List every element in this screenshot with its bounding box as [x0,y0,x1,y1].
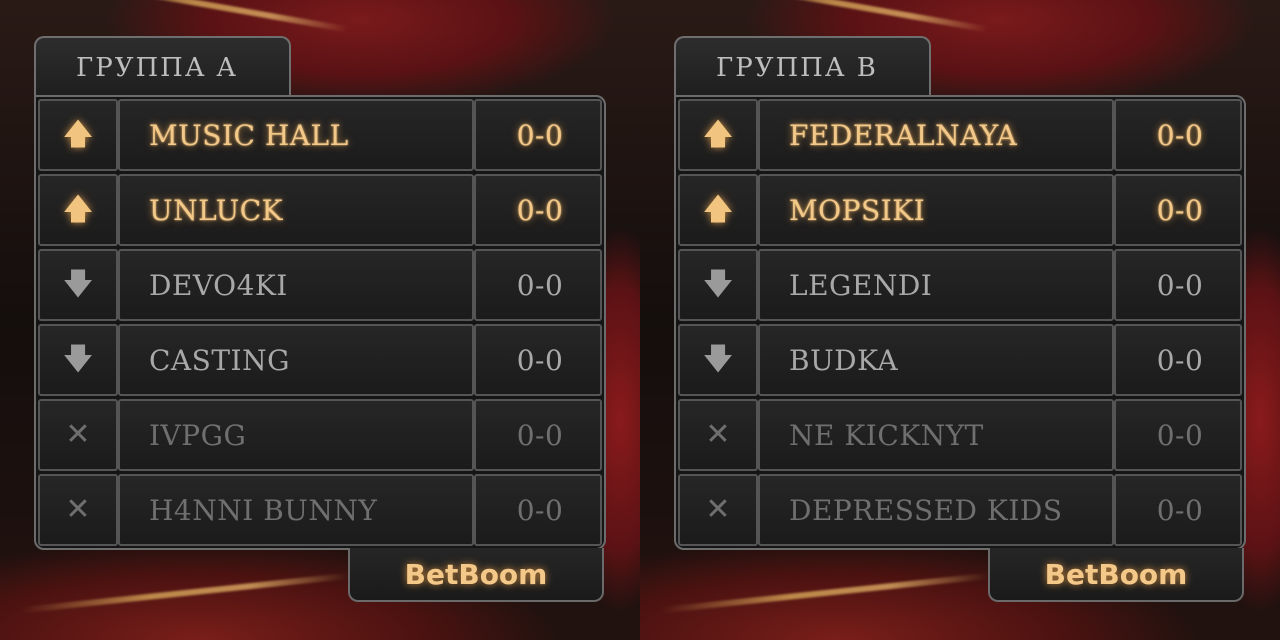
group-a-standings: 🡅 MUSIC HALL 0-0 🡅 UNLUCK 0-0 🡇 DEVO4KI … [34,95,606,550]
team-name: FEDERALNAYA [789,118,1018,152]
score-cell: 0-0 [474,399,602,471]
team-row: 🡇 CASTING 0-0 [38,324,602,396]
team-row: ✕ H4NNI BUNNY 0-0 [38,474,602,546]
team-score: 0-0 [516,118,564,152]
team-name: DEVO4KI [149,268,288,302]
team-name: LEGENDI [789,268,933,302]
team-row: 🡅 MOPSIKI 0-0 [678,174,1242,246]
team-score: 0-0 [516,268,564,302]
group-b-standings: 🡅 FEDERALNAYA 0-0 🡅 MOPSIKI 0-0 🡇 LEGEND… [674,95,1246,550]
status-cell: ✕ [678,399,758,471]
sponsor-badge: BetBoom [348,548,604,602]
arrow-down-icon: 🡇 [702,342,734,377]
team-score: 0-0 [516,418,564,452]
team-name: NE KICKNYT [789,418,984,452]
team-name-cell: UNLUCK [118,174,474,246]
arrow-down-icon: 🡇 [62,342,94,377]
status-cell: ✕ [38,474,118,546]
arrow-down-icon: 🡇 [62,267,94,302]
team-name-cell: CASTING [118,324,474,396]
status-cell: 🡇 [38,249,118,321]
team-score: 0-0 [516,193,564,227]
team-name-cell: MUSIC HALL [118,99,474,171]
team-score: 0-0 [1156,343,1204,377]
arrow-up-icon: 🡅 [702,117,734,152]
status-cell: 🡇 [678,249,758,321]
team-name-cell: MOPSIKI [758,174,1114,246]
status-cell: 🡇 [678,324,758,396]
cross-icon: ✕ [65,492,91,527]
cross-icon: ✕ [705,417,731,452]
sponsor-badge: BetBoom [988,548,1244,602]
team-name: MOPSIKI [789,193,926,227]
team-row: 🡇 LEGENDI 0-0 [678,249,1242,321]
team-name-cell: IVPGG [118,399,474,471]
score-cell: 0-0 [474,249,602,321]
score-cell: 0-0 [1114,174,1242,246]
team-row: 🡅 UNLUCK 0-0 [38,174,602,246]
group-title: ГРУППА A [76,53,238,83]
team-name-cell: DEVO4KI [118,249,474,321]
team-score: 0-0 [1156,193,1204,227]
team-name: DEPRESSED KIDS [789,493,1063,527]
arrow-up-icon: 🡅 [62,117,94,152]
score-cell: 0-0 [474,99,602,171]
team-name-cell: NE KICKNYT [758,399,1114,471]
team-row: ✕ IVPGG 0-0 [38,399,602,471]
team-name: MUSIC HALL [149,118,349,152]
team-row: ✕ DEPRESSED KIDS 0-0 [678,474,1242,546]
group-title: ГРУППА B [716,53,878,83]
score-cell: 0-0 [1114,324,1242,396]
cross-icon: ✕ [65,417,91,452]
team-row: 🡅 FEDERALNAYA 0-0 [678,99,1242,171]
score-cell: 0-0 [474,474,602,546]
arrow-down-icon: 🡇 [702,267,734,302]
status-cell: 🡇 [38,324,118,396]
team-score: 0-0 [516,493,564,527]
team-score: 0-0 [1156,493,1204,527]
team-name: IVPGG [149,418,247,452]
team-name-cell: LEGENDI [758,249,1114,321]
team-row: ✕ NE KICKNYT 0-0 [678,399,1242,471]
score-cell: 0-0 [1114,474,1242,546]
status-cell: ✕ [38,399,118,471]
status-cell: 🡅 [678,99,758,171]
team-name: BUDKA [789,343,899,377]
status-cell: 🡅 [38,174,118,246]
score-cell: 0-0 [1114,249,1242,321]
team-score: 0-0 [1156,418,1204,452]
team-row: 🡇 DEVO4KI 0-0 [38,249,602,321]
sponsor-logo-text: BetBoom [1044,557,1188,591]
team-name-cell: H4NNI BUNNY [118,474,474,546]
arrow-up-icon: 🡅 [62,192,94,227]
team-score: 0-0 [516,343,564,377]
group-a-tab: ГРУППА A [34,36,291,98]
team-name-cell: BUDKA [758,324,1114,396]
team-name-cell: DEPRESSED KIDS [758,474,1114,546]
team-name: UNLUCK [149,193,284,227]
team-row: 🡇 BUDKA 0-0 [678,324,1242,396]
status-cell: ✕ [678,474,758,546]
status-cell: 🡅 [678,174,758,246]
sponsor-logo-text: BetBoom [404,557,548,591]
team-name-cell: FEDERALNAYA [758,99,1114,171]
score-cell: 0-0 [474,324,602,396]
team-score: 0-0 [1156,118,1204,152]
score-cell: 0-0 [474,174,602,246]
team-name: CASTING [149,343,290,377]
group-a-panel: ГРУППА A 🡅 MUSIC HALL 0-0 🡅 UNLUCK 0-0 🡇… [34,36,606,604]
team-row: 🡅 MUSIC HALL 0-0 [38,99,602,171]
score-cell: 0-0 [1114,399,1242,471]
score-cell: 0-0 [1114,99,1242,171]
arrow-up-icon: 🡅 [702,192,734,227]
group-b-panel: ГРУППА B 🡅 FEDERALNAYA 0-0 🡅 MOPSIKI 0-0… [674,36,1246,604]
cross-icon: ✕ [705,492,731,527]
status-cell: 🡅 [38,99,118,171]
team-name: H4NNI BUNNY [149,493,378,527]
group-b-tab: ГРУППА B [674,36,931,98]
team-score: 0-0 [1156,268,1204,302]
